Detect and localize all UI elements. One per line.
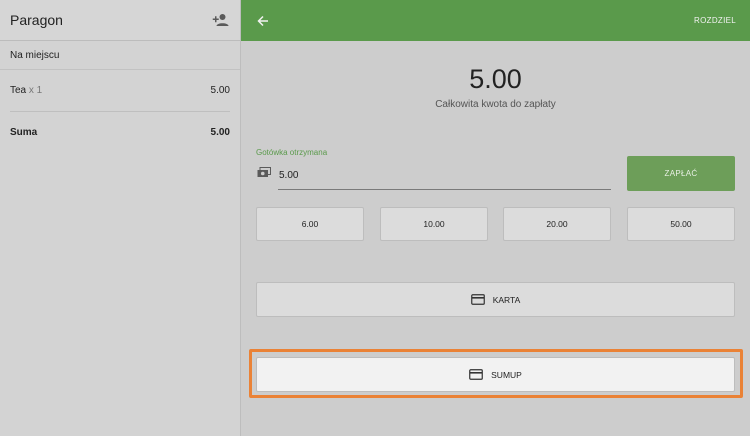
card-payment-button[interactable]: KARTA	[256, 282, 735, 317]
receipt-item-row[interactable]: Tea x 1 5.00	[0, 70, 240, 111]
quick-amount-button[interactable]: 10.00	[380, 207, 488, 241]
arrow-back-icon[interactable]	[257, 15, 269, 27]
total-amount: 5.00	[469, 64, 522, 94]
sum-value: 5.00	[210, 127, 230, 138]
card-payment-label: KARTA	[492, 294, 521, 305]
person-add-icon[interactable]	[212, 13, 230, 27]
credit-card-icon	[470, 294, 485, 305]
quick-amount-button[interactable]: 50.00	[627, 207, 735, 241]
sumup-payment-label: SUMUP	[491, 369, 522, 380]
quick-amount-button[interactable]: 6.00	[256, 207, 364, 241]
total-amount-caption: Całkowita kwota do zapłaty	[435, 99, 556, 110]
sum-label: Suma	[10, 127, 38, 138]
receipt-panel: Paragon Na miejscu Tea x 1 5.00 Suma 5.0…	[0, 0, 241, 436]
cash-icon	[257, 167, 271, 177]
item-qty: x 1	[28, 85, 43, 96]
receipt-title: Paragon	[10, 12, 63, 28]
item-price: 5.00	[210, 85, 230, 96]
receipt-sum-row: Suma 5.00	[0, 112, 240, 153]
quick-amount-button[interactable]: 20.00	[503, 207, 611, 241]
item-name-group: Tea x 1	[10, 85, 42, 96]
sumup-payment-button[interactable]: SUMUP	[256, 357, 735, 392]
order-type[interactable]: Na miejscu	[0, 41, 240, 70]
receipt-header: Paragon	[0, 0, 240, 41]
item-name: Tea	[10, 85, 27, 96]
credit-card-icon	[469, 369, 483, 380]
payment-toolbar: ROZDZIEL	[241, 0, 750, 41]
cash-received-label: Gotówka otrzymana	[256, 148, 328, 157]
pay-button[interactable]: ZAPŁAĆ	[627, 156, 735, 191]
split-button[interactable]: ROZDZIEL	[694, 16, 736, 25]
payment-panel: ROZDZIEL 5.00 Całkowita kwota do zapłaty…	[241, 0, 750, 436]
cash-received-input[interactable]	[278, 166, 611, 190]
